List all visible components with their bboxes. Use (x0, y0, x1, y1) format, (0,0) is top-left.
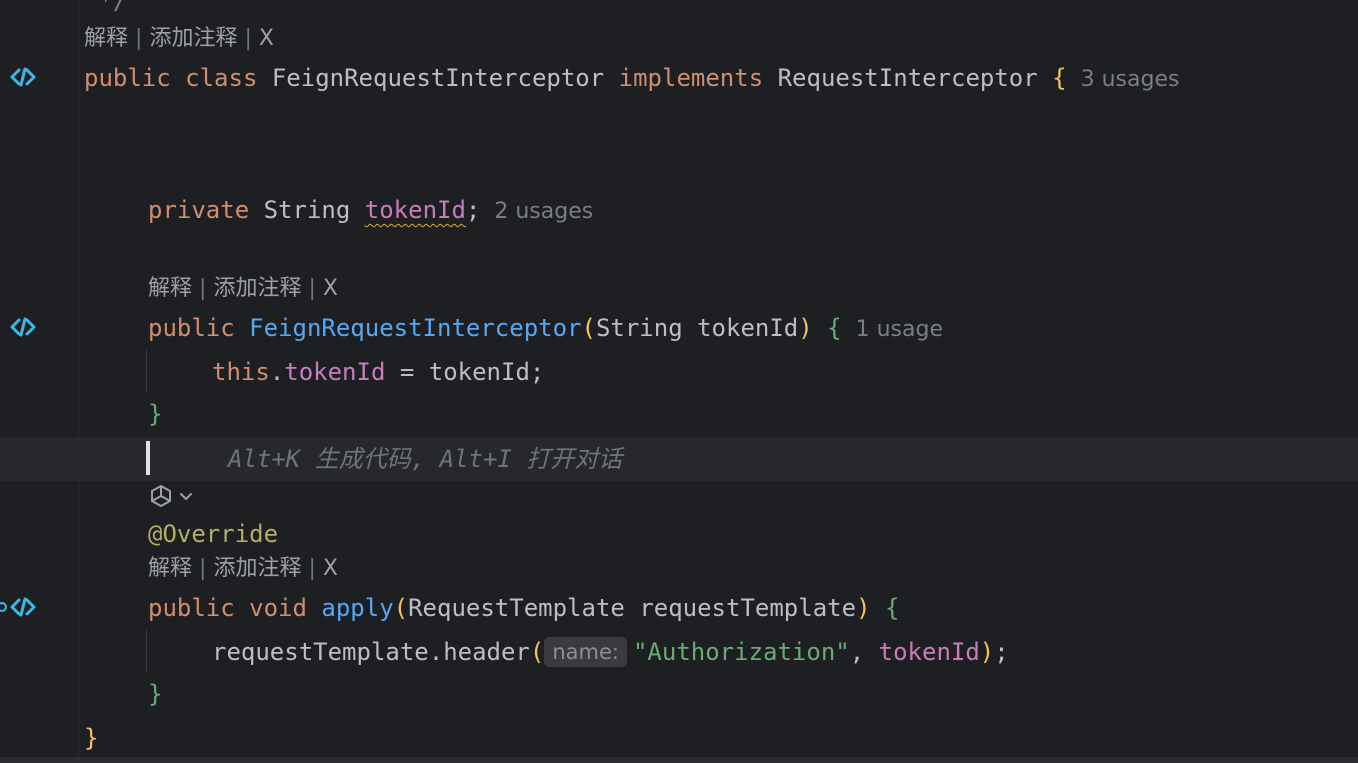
field-ref[interactable]: tokenId (879, 638, 980, 666)
paren-close: ) (856, 594, 871, 622)
implementation-gutter-icon[interactable] (8, 62, 38, 92)
apply-open-brace: { (884, 594, 900, 622)
close-lens-link[interactable]: X (323, 276, 338, 301)
keyword-this: this (212, 358, 270, 386)
field-ref[interactable]: tokenId (284, 358, 385, 386)
class-close-brace: } (84, 724, 99, 752)
add-comment-link[interactable]: 添加注释 (149, 26, 237, 51)
apply-declaration-line[interactable]: public void apply(RequestTemplate reques… (148, 593, 899, 623)
keyword-void: void (249, 594, 307, 622)
assignment: = tokenId; (385, 358, 545, 386)
ai-assistant-icon[interactable] (148, 483, 196, 511)
close-lens-link[interactable]: X (323, 556, 338, 581)
constructor-name[interactable]: FeignRequestInterceptor (249, 314, 581, 342)
ctor-open-brace: { (827, 314, 842, 342)
interface-name[interactable]: RequestInterceptor (778, 64, 1038, 92)
class-declaration-line[interactable]: public class FeignRequestInterceptor imp… (84, 63, 1179, 95)
param-name[interactable]: requestTemplate (639, 594, 856, 622)
override-annotation[interactable]: @Override (148, 519, 278, 549)
class-open-brace: { (1052, 64, 1067, 92)
comma: , (849, 638, 879, 666)
param-name[interactable]: tokenId (697, 314, 798, 342)
ai-inline-hint: Alt+K 生成代码, Alt+I 打开对话 (228, 445, 623, 473)
paren-open: ( (393, 594, 409, 622)
keyword-private: private (148, 196, 250, 224)
chevron-down-icon (180, 493, 192, 500)
explain-link[interactable]: 解释 (148, 276, 192, 301)
paren-close: ) (979, 638, 995, 666)
semicolon: ; (465, 196, 481, 224)
dot: . (269, 358, 285, 386)
indent-guide (146, 630, 147, 672)
lens-separator: | (199, 276, 207, 301)
apply-body-line[interactable]: requestTemplate.header(name: "Authorizati… (212, 637, 1009, 667)
code-lens-class: 解释 | 添加注释 | X (84, 25, 274, 53)
string-literal: "Authorization" (632, 638, 850, 666)
method-name[interactable]: apply (321, 594, 393, 622)
keyword-public: public (148, 594, 235, 622)
field-declaration-line[interactable]: private String tokenId; 2 usages (148, 195, 593, 227)
param-type: String (595, 314, 683, 342)
param-name-hint: name: (544, 637, 627, 667)
header-call[interactable]: requestTemplate.header (212, 638, 530, 666)
field-name[interactable]: tokenId (365, 196, 466, 224)
gutter-separator (78, 0, 79, 757)
class-usages-link[interactable]: 3 usages (1081, 67, 1180, 92)
explain-link[interactable]: 解释 (84, 26, 128, 51)
close-lens-link[interactable]: X (259, 26, 274, 51)
lens-separator: | (244, 26, 252, 51)
class-name[interactable]: FeignRequestInterceptor (272, 64, 604, 92)
constructor-body-line[interactable]: this.tokenId = tokenId; (212, 357, 544, 387)
semicolon: ; (994, 638, 1009, 666)
current-line-highlight (0, 437, 1358, 481)
override-gutter-icon[interactable] (0, 592, 40, 622)
code-lens-apply: 解释 | 添加注释 | X (148, 555, 338, 583)
paren-close: ) (798, 314, 813, 342)
keyword-implements: implements (618, 64, 764, 92)
constructor-declaration-line[interactable]: public FeignRequestInterceptor(String to… (148, 313, 943, 345)
lens-separator: | (308, 276, 316, 301)
lens-separator: | (135, 26, 143, 51)
paren-open: ( (581, 314, 596, 342)
paren-open: ( (529, 638, 545, 666)
field-usages-link[interactable]: 2 usages (494, 199, 593, 224)
param-type: RequestTemplate (408, 594, 625, 622)
ctor-usages-link[interactable]: 1 usage (856, 317, 943, 342)
field-type: String (263, 196, 351, 224)
add-comment-link[interactable]: 添加注释 (213, 556, 301, 581)
explain-link[interactable]: 解释 (148, 556, 192, 581)
implementation-gutter-icon[interactable] (8, 312, 38, 342)
lens-separator: | (308, 556, 316, 581)
ctor-close-brace: } (148, 400, 163, 428)
lens-separator: | (199, 556, 207, 581)
editor-bottom-border (0, 757, 1358, 763)
comment-end: */ (84, 0, 128, 15)
keyword-public: public (148, 314, 235, 342)
text-caret (146, 441, 150, 475)
add-comment-link[interactable]: 添加注释 (213, 276, 301, 301)
indent-guide (146, 350, 147, 392)
keyword-class: class (185, 64, 258, 92)
code-lens-constructor: 解释 | 添加注释 | X (148, 275, 338, 303)
keyword-public: public (84, 64, 171, 92)
apply-close-brace: } (148, 680, 163, 708)
